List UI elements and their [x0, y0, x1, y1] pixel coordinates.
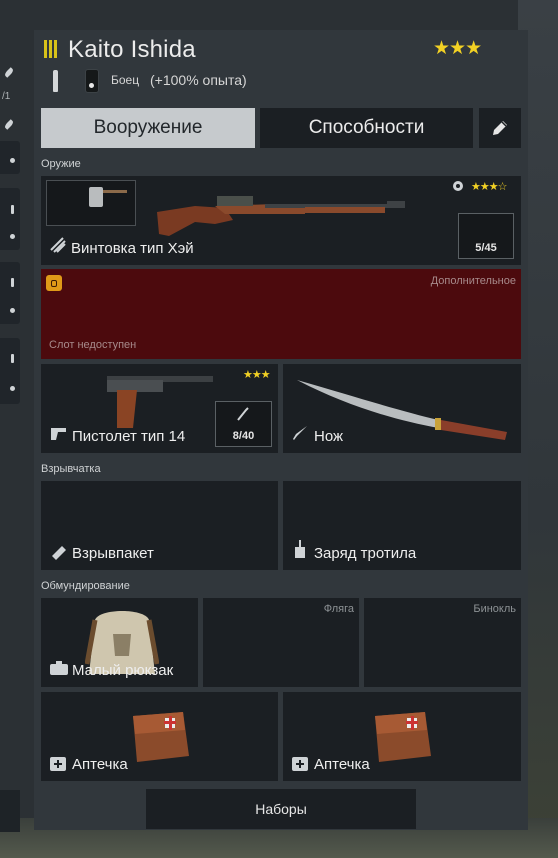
- section-explosives: Взрывчатка: [41, 463, 101, 475]
- medkit-bag-icon: [375, 712, 431, 762]
- ammo-icon: [53, 70, 58, 92]
- backpack-slot[interactable]: Малый рюкзак: [41, 598, 198, 687]
- binoculars-slot-label: Бинокль: [473, 603, 516, 615]
- explosive-slot-2[interactable]: Заряд тротила: [283, 481, 521, 570]
- badge-dot-icon: [10, 308, 15, 313]
- soldier-stars: ★★★: [433, 38, 482, 59]
- presets-button[interactable]: Наборы: [146, 789, 416, 829]
- medkit-2-name: Аптечка: [314, 756, 370, 773]
- rank-icon: [44, 40, 60, 58]
- roster-card[interactable]: [0, 262, 20, 324]
- medkit-class-icon: [50, 757, 66, 771]
- medkit-slot-2[interactable]: Аптечка: [283, 692, 521, 781]
- medkit-1-name: Аптечка: [72, 756, 128, 773]
- tnt-charge-icon: [295, 540, 305, 558]
- lock-icon: [46, 275, 62, 291]
- ammo-icon: [11, 278, 14, 287]
- squad-roster-edge: /1: [0, 0, 22, 858]
- medkit-slot-1[interactable]: Аптечка: [41, 692, 278, 781]
- pistol-slot[interactable]: ★★★ 8/40 Пистолет тип 14: [41, 364, 278, 453]
- feather-icon: [3, 67, 15, 78]
- flask-slot[interactable]: Фляга: [203, 598, 359, 687]
- primary-weapon-slot[interactable]: ★★★☆ 5/45 Винтовка тип Хэй: [41, 176, 521, 265]
- backpack-name: Малый рюкзак: [72, 662, 174, 679]
- ammo-icon: [11, 354, 14, 363]
- slot-type-label: Дополнительное: [430, 275, 516, 287]
- magazine-icon: [237, 407, 249, 421]
- tab-abilities[interactable]: Способности: [260, 108, 473, 148]
- rifle-class-icon: [50, 237, 66, 253]
- section-weapons: Оружие: [41, 158, 81, 170]
- soldier-role: Боец: [111, 73, 140, 87]
- gear-icon[interactable]: [451, 179, 465, 193]
- pistol-stars: ★★★: [243, 369, 271, 381]
- scope-icon: [89, 187, 127, 207]
- class-badge-icon: [85, 69, 99, 93]
- explosive-slot-1[interactable]: Взрывпакет: [41, 481, 278, 570]
- explosive-1-name: Взрывпакет: [72, 545, 154, 562]
- roster-bottom-button[interactable]: [0, 790, 20, 832]
- badge-dot-icon: [10, 386, 15, 391]
- medkit-bag-icon: [133, 712, 189, 762]
- roster-card[interactable]: [0, 188, 20, 250]
- roster-card[interactable]: [0, 338, 20, 404]
- knife-class-icon: [293, 426, 307, 440]
- tab-weapons[interactable]: Вооружение: [41, 108, 255, 148]
- primary-ammo-count: 5/45: [475, 242, 497, 254]
- pistol-name: Пистолет тип 14: [72, 428, 186, 445]
- roster-card[interactable]: [0, 141, 20, 174]
- feather-icon: [3, 119, 15, 130]
- pistol-icon: [107, 376, 213, 428]
- melee-slot[interactable]: Нож: [283, 364, 521, 453]
- soldier-name: Kaito Ishida: [68, 36, 196, 63]
- explosive-pack-icon: [52, 546, 66, 560]
- pistol-class-icon: [51, 428, 66, 440]
- rifle-icon: [157, 196, 405, 236]
- primary-ammo-box[interactable]: 5/45: [458, 213, 514, 259]
- badge-dot-icon: [10, 234, 15, 239]
- section-equipment: Обмундирование: [41, 580, 130, 592]
- binoculars-slot[interactable]: Бинокль: [364, 598, 521, 687]
- pistol-ammo-count: 8/40: [232, 430, 255, 442]
- flask-slot-label: Фляга: [323, 603, 354, 615]
- roster-fraction: /1: [2, 91, 11, 102]
- melee-name: Нож: [314, 428, 344, 445]
- secondary-weapon-slot-locked: Дополнительное Слот недоступен: [41, 269, 521, 359]
- pistol-ammo-box[interactable]: 8/40: [215, 401, 272, 447]
- pencil-icon: [493, 121, 507, 135]
- primary-weapon-name: Винтовка тип Хэй: [71, 240, 194, 257]
- edit-button[interactable]: [479, 108, 521, 148]
- medkit-class-icon: [292, 757, 308, 771]
- primary-weapon-stars: ★★★☆: [471, 181, 507, 193]
- explosive-2-name: Заряд тротила: [314, 545, 417, 562]
- scope-mod-slot[interactable]: [46, 180, 136, 226]
- xp-bonus: (+100% опыта): [150, 72, 247, 88]
- slot-unavailable-text: Слот недоступен: [49, 339, 137, 351]
- badge-dot-icon: [10, 158, 15, 163]
- ammo-icon: [11, 205, 14, 214]
- backpack-class-icon: [50, 661, 68, 675]
